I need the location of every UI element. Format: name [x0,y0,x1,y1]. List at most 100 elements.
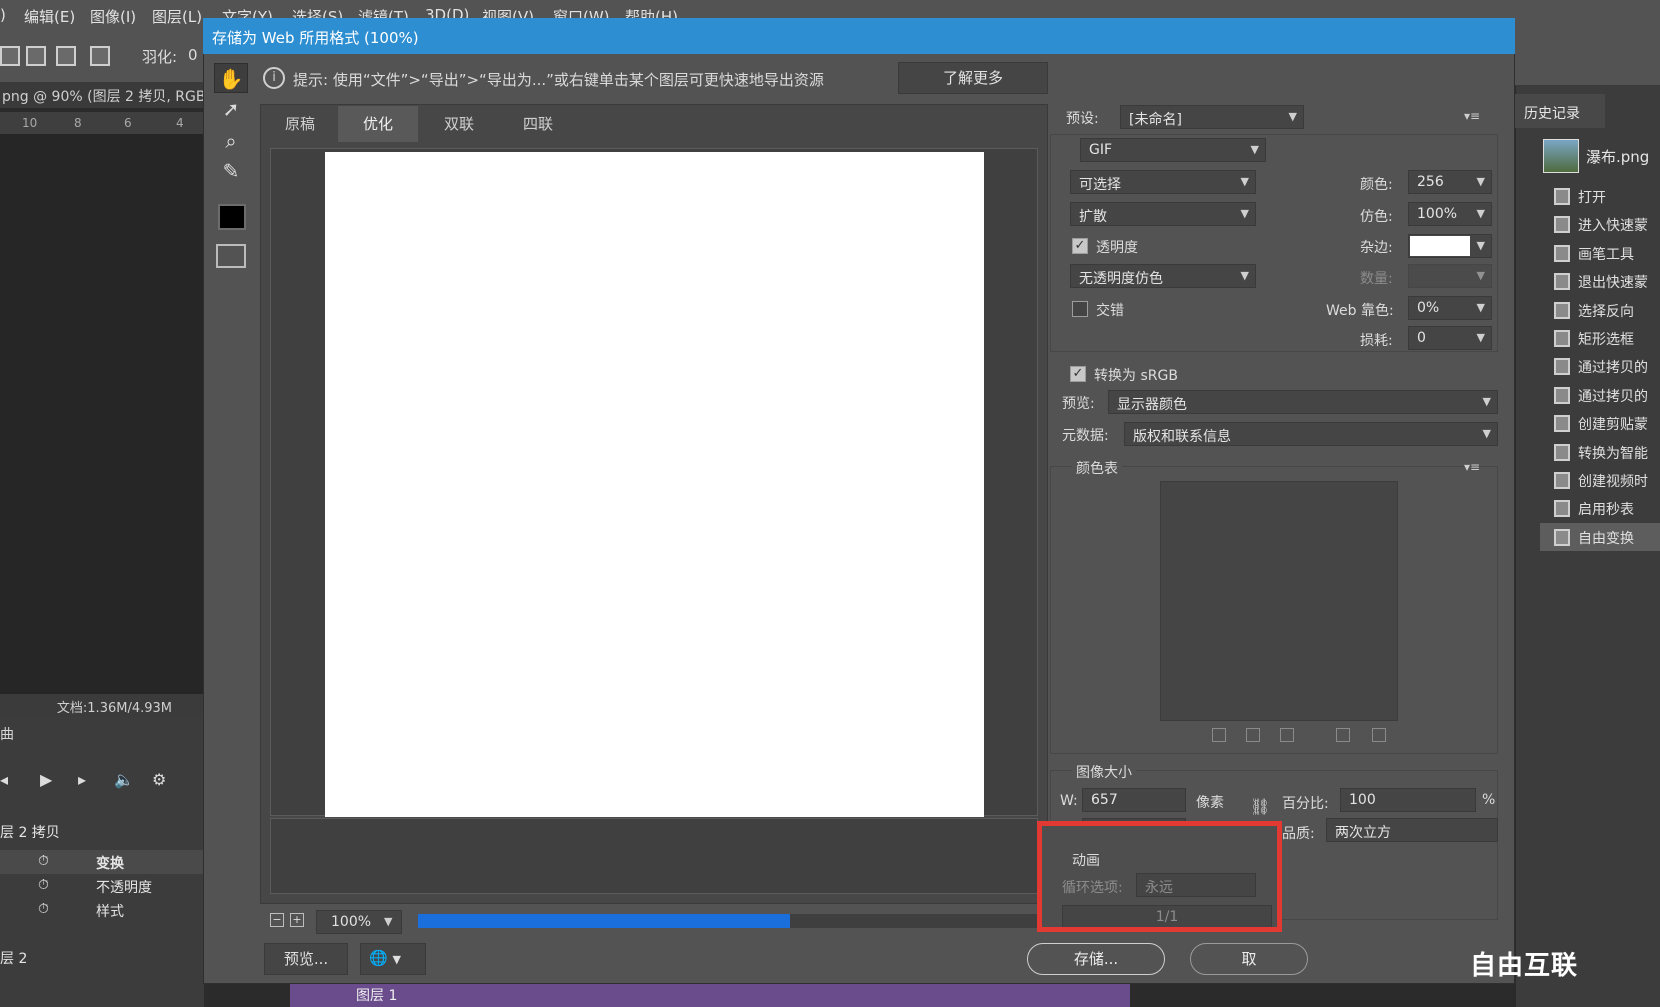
lock-color-icon[interactable] [1280,728,1294,742]
quality-select[interactable]: 两次立方 [1326,818,1498,842]
play-icon[interactable]: ▶ [40,770,52,789]
delete-color-icon[interactable] [1372,728,1386,742]
menu-left-edge: ) [0,6,6,24]
chevron-down-icon: ▼ [1476,301,1485,314]
browser-select[interactable]: 🌐 ▼ [360,943,426,975]
save-button[interactable]: 存储... [1027,943,1165,975]
history-item[interactable]: 自由变换 [1540,523,1660,551]
history-item[interactable]: 通过拷贝的 [1540,352,1660,380]
timeline-layer-row[interactable]: 层 2 [0,944,204,968]
history-item[interactable]: 启用秒表 [1540,494,1660,522]
tab-4-up[interactable]: 四联 [498,106,578,142]
layer-row-selected[interactable]: 图层 1 [290,980,1130,1007]
download-progress-bar [418,914,790,928]
color-reduction-select[interactable]: 可选择 ▼ [1070,170,1256,194]
transparency-checkbox[interactable]: ✓ [1072,238,1088,254]
tab-optimized[interactable]: 优化 [338,106,418,142]
history-item-label: 转换为智能 [1578,446,1648,462]
intersect-selection-icon[interactable] [90,46,110,66]
lossy-input[interactable]: 0 ▼ [1408,326,1492,350]
colors-input[interactable]: 256 ▼ [1408,170,1492,194]
interlaced-checkbox[interactable] [1072,301,1088,317]
timeline-prop-row[interactable]: ⏱ 样式 [0,898,204,922]
history-state-icon [1554,273,1570,290]
timeline-prop-row[interactable]: ⏱ 不透明度 [0,874,204,898]
matte-label: 杂边: [1360,240,1393,256]
new-selection-icon[interactable] [0,46,20,66]
zoom-out-icon[interactable]: − [270,913,284,927]
next-frame-icon[interactable]: ▸ [78,770,86,789]
learn-more-button[interactable]: 了解更多 [898,62,1048,94]
dither-algorithm-select[interactable]: 扩散 ▼ [1070,202,1256,226]
history-item[interactable]: 创建视频时 [1540,466,1660,494]
width-input[interactable]: 657 [1082,788,1186,812]
eyedropper-tool-icon[interactable]: ✎ [214,156,248,186]
menu-image[interactable]: 图像(I) [90,6,136,27]
history-item[interactable]: 选择反向 [1540,296,1660,324]
document-tab[interactable]: png @ 90% (图层 2 拷贝, RGB [0,82,204,108]
settings-gear-icon[interactable]: ⚙ [152,770,166,789]
history-tab[interactable]: 历史记录 [1515,94,1605,128]
timeline-layer-row[interactable]: 层 2 拷贝 [0,818,204,842]
timeline-layer-name: 层 2 拷贝 [0,825,60,841]
preview-color-select[interactable]: 显示器颜色 ▼ [1108,390,1498,414]
subtract-selection-icon[interactable] [56,46,76,66]
history-item-label: 通过拷贝的 [1578,360,1648,376]
panel-menu-icon[interactable]: ▾≡ [1464,109,1480,123]
slice-select-tool-icon[interactable]: ➚ [214,94,248,124]
tab-2-up[interactable]: 双联 [420,106,498,142]
zoom-in-icon[interactable]: + [290,913,304,927]
panel-menu-icon[interactable]: ▾≡ [1464,460,1480,474]
percent-input[interactable]: 100 [1340,788,1476,812]
percent-label: 百分比: [1282,796,1329,812]
history-item[interactable]: 矩形选框 [1540,324,1660,352]
prev-frame-icon[interactable]: ◂ [0,770,8,789]
dither-value: 100% [1417,206,1458,222]
hand-tool-icon[interactable]: ✋ [214,63,248,93]
metadata-value: 版权和联系信息 [1133,429,1231,445]
convert-srgb-checkbox[interactable]: ✓ [1070,366,1086,382]
zoom-tool-icon[interactable]: ⌕ [214,126,248,156]
history-item[interactable]: 退出快速蒙 [1540,267,1660,295]
history-snapshot[interactable]: 瀑布.png [1540,136,1660,176]
tab-original[interactable]: 原稿 [262,106,338,142]
transparency-dither-select[interactable]: 无透明度仿色 ▼ [1070,264,1256,288]
preset-select[interactable]: [未命名] ▼ [1120,105,1304,129]
menu-edit[interactable]: 编辑(E) [24,6,75,27]
dither-input[interactable]: 100% ▼ [1408,202,1492,226]
web-palette-icon[interactable] [1246,728,1260,742]
timeline-tab[interactable]: 曲 [0,724,14,744]
chevron-down-icon[interactable]: ▼ [384,915,392,928]
new-color-icon[interactable] [1336,728,1350,742]
history-item[interactable]: 转换为智能 [1540,438,1660,466]
menu-layer[interactable]: 图层(L) [152,6,202,27]
history-item[interactable]: 打开 [1540,182,1660,210]
metadata-select[interactable]: 版权和联系信息 ▼ [1124,422,1498,446]
history-item[interactable]: 进入快速蒙 [1540,210,1660,238]
add-selection-icon[interactable] [26,46,46,66]
link-constrain-icon[interactable]: ⛓ [1250,797,1270,816]
history-item[interactable]: 创建剪贴蒙 [1540,409,1660,437]
optimized-image-preview[interactable] [325,152,984,817]
color-table[interactable] [1160,481,1398,721]
eyedropper-color-swatch[interactable] [218,204,246,230]
web-snap-label: Web 靠色: [1326,303,1394,319]
toggle-slices-icon[interactable] [216,244,246,268]
timeline-prop-row[interactable]: ⏱ 变换 [0,850,204,874]
history-item[interactable]: 画笔工具 [1540,239,1660,267]
web-snap-input[interactable]: 0% ▼ [1408,296,1492,320]
feather-value[interactable]: 0 [188,46,198,64]
file-format-select[interactable]: GIF ▼ [1080,138,1266,162]
history-item[interactable]: 通过拷贝的 [1540,381,1660,409]
matte-select[interactable]: ▼ [1408,234,1492,258]
stopwatch-icon[interactable]: ⏱ [38,901,49,917]
chevron-down-icon: ▼ [1240,269,1249,282]
stopwatch-icon[interactable]: ⏱ [38,853,49,869]
web-shift-icon[interactable] [1212,728,1226,742]
dither-algorithm-value: 扩散 [1079,209,1107,225]
audio-icon[interactable]: 🔈 [114,770,134,789]
chevron-down-icon: ▼ [1240,175,1249,188]
cancel-button[interactable]: 取 [1190,943,1308,975]
preview-in-browser-button[interactable]: 预览... [264,943,348,975]
stopwatch-icon[interactable]: ⏱ [38,877,49,893]
